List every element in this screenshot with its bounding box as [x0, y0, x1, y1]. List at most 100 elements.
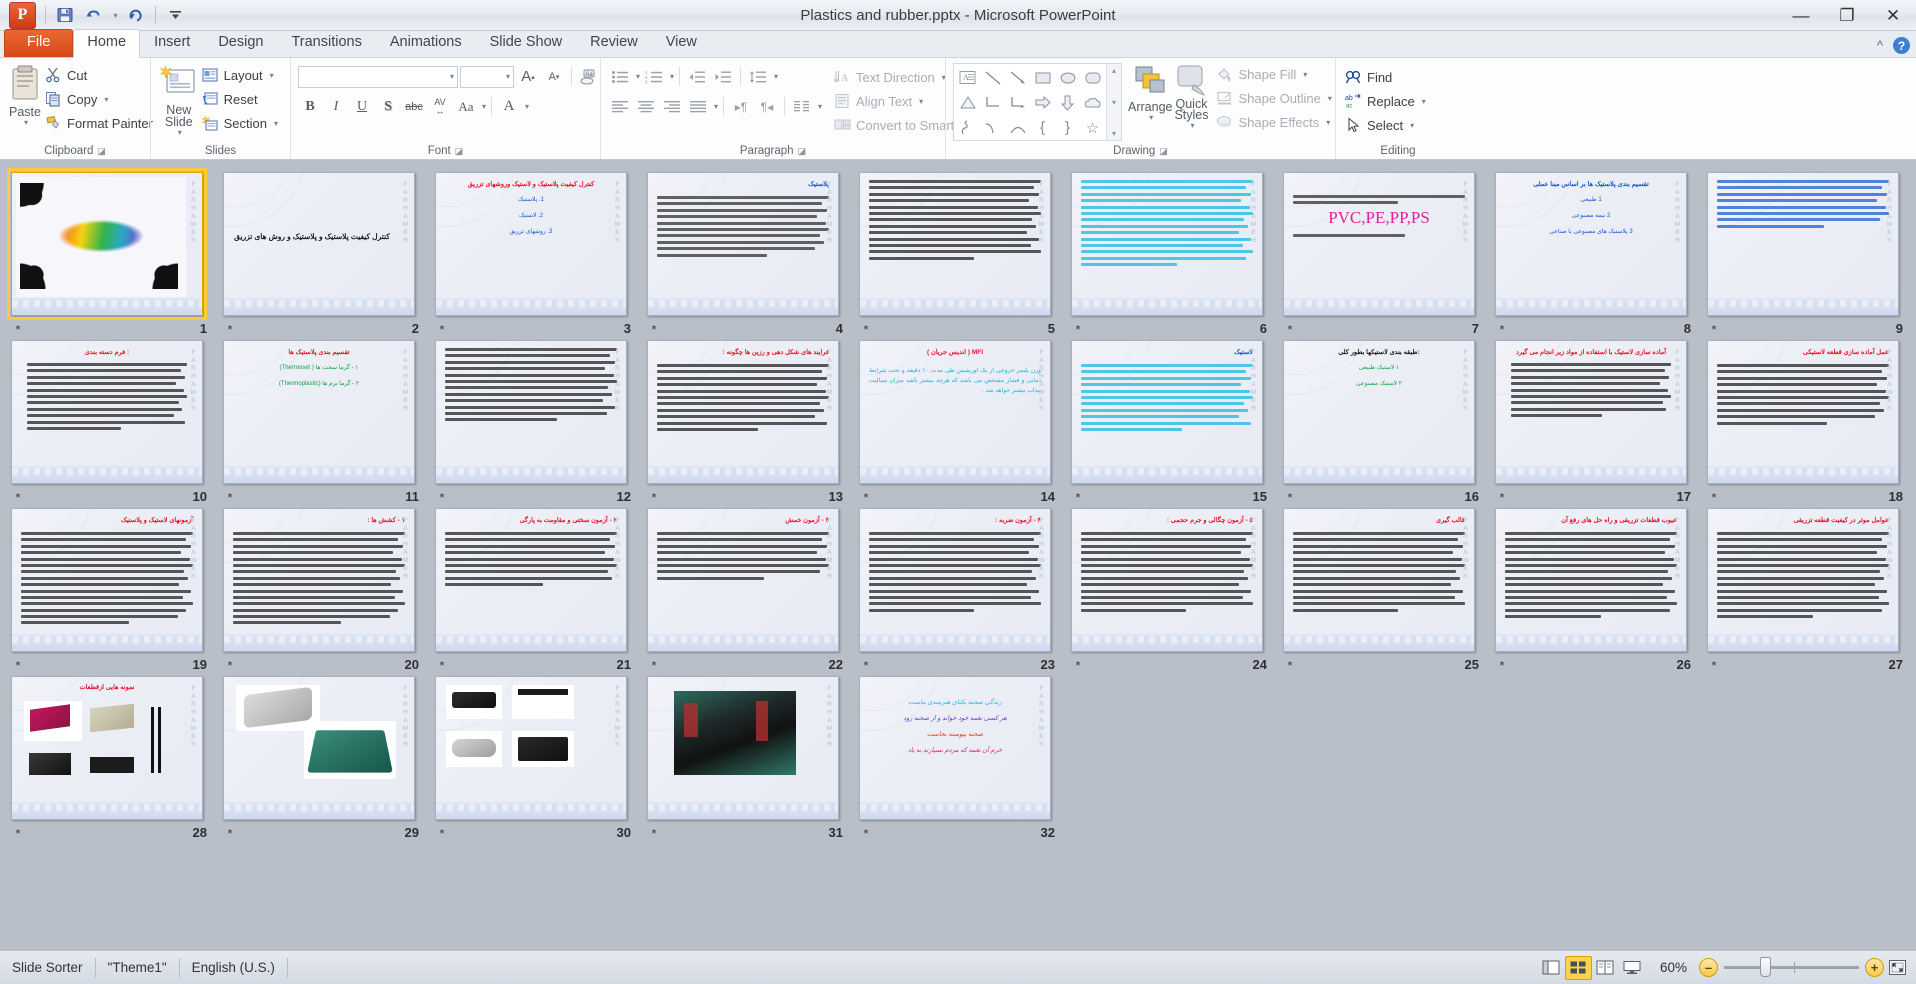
redo-icon[interactable]: [123, 3, 149, 27]
bullets-caret-icon[interactable]: ▾: [636, 72, 640, 81]
tab-animations[interactable]: Animations: [376, 29, 476, 57]
slide-thumbnail[interactable]: FARHAMEH: [223, 676, 415, 820]
transition-star-icon[interactable]: ⭒: [651, 491, 657, 502]
transition-star-icon[interactable]: ⭒: [863, 659, 869, 670]
slide-thumbnail[interactable]: تقسیم بندی پلاستیک ها بر اساس مبنا عملی …: [1495, 172, 1687, 316]
shape-fill-caret-icon[interactable]: ▾: [1303, 70, 1307, 79]
slide-thumbnail[interactable]: FARHAMEH: [435, 676, 627, 820]
transition-star-icon[interactable]: ⭒: [1287, 323, 1293, 334]
slide-cell[interactable]: طبقه بندی لاستیکها بطور کلی: ۱ لاستیک طب…: [1281, 338, 1493, 506]
shape-cloud-icon[interactable]: [1080, 90, 1105, 115]
slide-thumbnail[interactable]: عوامل موثر در کیفیت قطعه تزریقی FARHAMEH: [1707, 508, 1899, 652]
zoom-level-label[interactable]: 60%: [1646, 960, 1699, 975]
select-button[interactable]: Select ▾: [1343, 114, 1431, 137]
slide-cell[interactable]: لاستیک FARHAMEH ⭒ 15: [1069, 338, 1281, 506]
close-button[interactable]: ✕: [1870, 0, 1916, 31]
transition-star-icon[interactable]: ⭒: [15, 323, 21, 334]
zoom-handle[interactable]: [1760, 957, 1772, 977]
clipboard-dialog-launcher[interactable]: ◪: [97, 146, 106, 157]
underline-button[interactable]: U: [350, 95, 374, 118]
transition-star-icon[interactable]: ⭒: [15, 827, 21, 838]
transition-star-icon[interactable]: ⭒: [227, 491, 233, 502]
decrease-indent-button[interactable]: [685, 65, 709, 88]
undo-dropdown-caret-icon[interactable]: ▾: [108, 3, 121, 27]
ribbon-tabs[interactable]: File Home Insert Design Transitions Anim…: [0, 29, 1916, 58]
select-caret-icon[interactable]: ▾: [1410, 121, 1414, 130]
line-spacing-caret-icon[interactable]: ▾: [774, 72, 778, 81]
transition-star-icon[interactable]: ⭒: [863, 323, 869, 334]
tab-home[interactable]: Home: [73, 29, 141, 58]
justify-button[interactable]: [686, 95, 710, 118]
transition-star-icon[interactable]: ⭒: [15, 659, 21, 670]
transition-star-icon[interactable]: ⭒: [227, 659, 233, 670]
slide-cell[interactable]: FARHAMEH ⭒ 30: [433, 674, 645, 842]
shape-elbow-arrow-icon[interactable]: [1005, 90, 1030, 115]
font-size-combo[interactable]: ▾: [460, 65, 514, 88]
shape-effects-button[interactable]: Shape Effects ▾: [1214, 111, 1336, 134]
slide-cell[interactable]: FARHAMEH ⭒ 5: [857, 170, 1069, 338]
slide-cell[interactable]: FARHAMEH ⭒ 9: [1705, 170, 1916, 338]
slide-cell[interactable]: فرایند های شکل دهی و رزین ها چگونه : FAR…: [645, 338, 857, 506]
shrink-font-icon[interactable]: A ▾: [542, 65, 566, 88]
change-case-button[interactable]: Aa: [454, 95, 478, 118]
shapes-gallery[interactable]: A { } ☆ ▴ ▾ ▾: [953, 63, 1122, 141]
shape-outline-button[interactable]: Shape Outline ▾: [1214, 87, 1336, 110]
slide-thumbnail[interactable]: FARHAMEH: [1071, 172, 1263, 316]
shape-down-arrow-icon[interactable]: [1055, 90, 1080, 115]
transition-star-icon[interactable]: ⭒: [1711, 491, 1717, 502]
minimize-button[interactable]: —: [1778, 0, 1824, 31]
window-controls[interactable]: — ❐ ✕: [1778, 0, 1916, 31]
slide-cell[interactable]: کنترل کیفیت پلاستیک و لاستیک وروشهای تزر…: [433, 170, 645, 338]
shapes-more-icon[interactable]: ▾: [1112, 129, 1116, 138]
strikethrough-button[interactable]: abc: [402, 95, 426, 118]
transition-star-icon[interactable]: ⭒: [1075, 659, 1081, 670]
font-color-caret-icon[interactable]: ▾: [525, 102, 529, 111]
section-button[interactable]: Section ▾: [200, 112, 283, 135]
slide-thumbnail[interactable]: آزمونهای لاستیک و پلاستیک FARHAMEH: [11, 508, 203, 652]
slide-thumbnail[interactable]: قالب گیری FARHAMEH: [1283, 508, 1475, 652]
new-slide-button[interactable]: New Slide ▾: [158, 62, 200, 137]
slide-cell[interactable]: FARHAMEH ⭒ 29: [221, 674, 433, 842]
slide-cell[interactable]: قالب گیری FARHAMEH ⭒ 25: [1281, 506, 1493, 674]
slide-thumbnail[interactable]: PVC,PE,PP,PS FARHAMEH: [1283, 172, 1475, 316]
slide-sorter-view-button[interactable]: [1564, 955, 1592, 980]
slide-cell[interactable]: آزمونهای لاستیک و پلاستیک FARHAMEH ⭒ 19: [9, 506, 221, 674]
drawing-dialog-launcher[interactable]: ◪: [1159, 146, 1168, 157]
slide-sorter-pane[interactable]: FARHAMEH ⭒ 1 کنترل کیفیت پلاستیک و پلاست…: [0, 161, 1916, 950]
slide-thumbnail[interactable]: FARHAMEH: [7, 168, 207, 320]
transition-star-icon[interactable]: ⭒: [1711, 323, 1717, 334]
tab-file[interactable]: File: [4, 29, 74, 57]
scroll-up-icon[interactable]: ▴: [1112, 66, 1116, 75]
quick-styles-caret-icon[interactable]: ▾: [1190, 121, 1194, 130]
shape-effects-caret-icon[interactable]: ▾: [1326, 118, 1330, 127]
slide-thumbnail[interactable]: ۳ - آزمون خمش FARHAMEH: [647, 508, 839, 652]
numbering-button[interactable]: 123: [642, 65, 666, 88]
line-spacing-button[interactable]: [746, 65, 770, 88]
tab-slide-show[interactable]: Slide Show: [476, 29, 577, 57]
slide-cell[interactable]: ۳ - آزمون خمش FARHAMEH ⭒ 22: [645, 506, 857, 674]
slide-thumbnail[interactable]: ۵ - آزمون چگالی و جرم حجمی : FARHAMEH: [1071, 508, 1263, 652]
slide-thumbnail[interactable]: FARHAMEH: [647, 676, 839, 820]
shapes-scrollbar[interactable]: ▴ ▾ ▾: [1106, 64, 1121, 140]
status-language[interactable]: English (U.S.): [180, 957, 287, 979]
shape-outline-caret-icon[interactable]: ▾: [1328, 94, 1332, 103]
columns-caret-icon[interactable]: ▾: [818, 102, 822, 111]
copy-button[interactable]: Copy ▾: [43, 88, 158, 111]
slide-thumbnail[interactable]: زندگی صحنه یکتای هنرمندی ماست هر کسی نغمه…: [859, 676, 1051, 820]
shape-fill-button[interactable]: Shape Fill ▾: [1214, 63, 1336, 86]
shape-arc-icon[interactable]: [1005, 115, 1030, 140]
transition-star-icon[interactable]: ⭒: [439, 323, 445, 334]
shape-right-brace-icon[interactable]: }: [1055, 115, 1080, 140]
shape-scribble-icon[interactable]: [955, 115, 980, 140]
zoom-slider[interactable]: – +: [1699, 957, 1884, 977]
transition-star-icon[interactable]: ⭒: [863, 827, 869, 838]
slide-cell[interactable]: ۴ - آزمون ضربه : FARHAMEH ⭒ 23: [857, 506, 1069, 674]
reset-button[interactable]: Reset: [200, 88, 283, 111]
slide-cell[interactable]: MFI ( اندیس جریان ) وزن پلیمر خروجی از ی…: [857, 338, 1069, 506]
slide-cell[interactable]: FARHAMEH ⭒ 31: [645, 674, 857, 842]
transition-star-icon[interactable]: ⭒: [1075, 491, 1081, 502]
shape-line-icon[interactable]: [980, 65, 1005, 90]
italic-button[interactable]: I: [324, 95, 348, 118]
transition-star-icon[interactable]: ⭒: [439, 491, 445, 502]
slide-thumbnail[interactable]: عیوب قطعات تزریقی و راه حل های رفع آن FA…: [1495, 508, 1687, 652]
